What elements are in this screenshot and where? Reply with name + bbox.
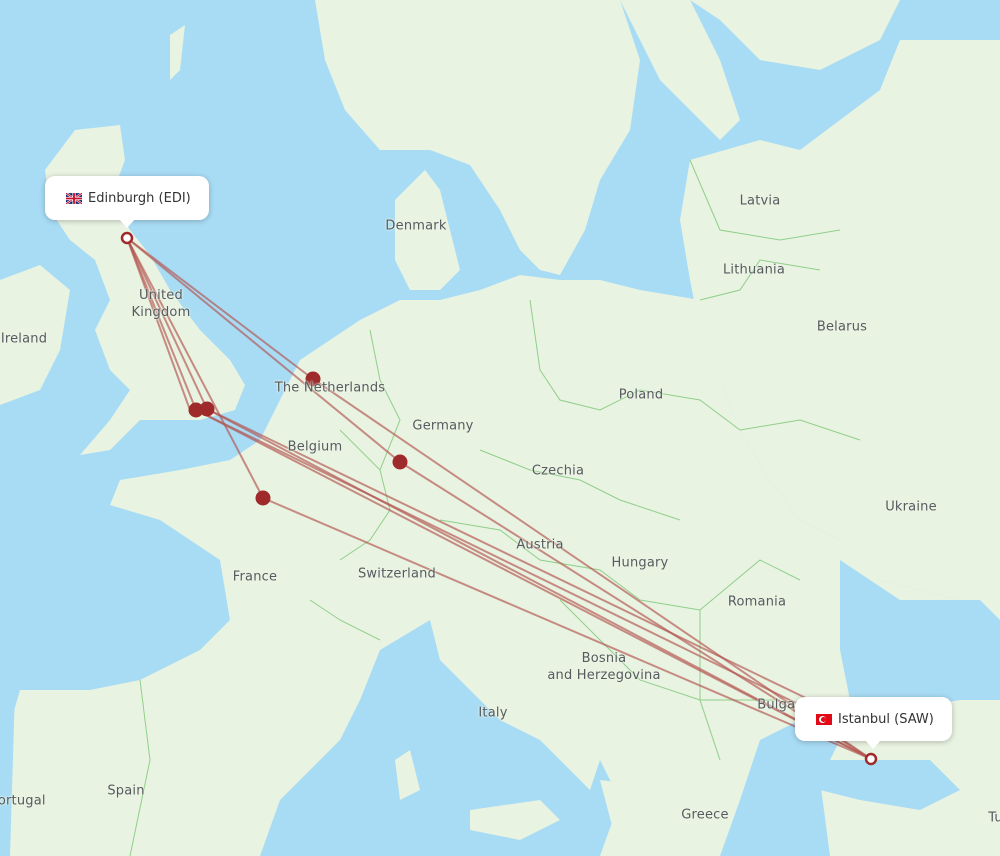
- label-turkey: Turkey: [988, 810, 1000, 826]
- stopover-dot-london-b[interactable]: [199, 401, 215, 417]
- label-romania: Romania: [727, 594, 787, 610]
- destination-callout[interactable]: Istanbul (SAW): [795, 697, 952, 749]
- label-italy: Italy: [478, 705, 508, 721]
- origin-label: Edinburgh (EDI): [88, 190, 191, 206]
- label-belarus: Belarus: [816, 319, 868, 335]
- label-hungary: Hungary: [611, 555, 669, 571]
- label-spain: Spain: [107, 783, 145, 799]
- destination-pin-icon[interactable]: [864, 752, 878, 766]
- bosnia-line2: and Herzegovina: [547, 668, 661, 683]
- bosnia-line1: Bosnia: [581, 651, 627, 666]
- uk-line2: Kingdom: [131, 305, 191, 320]
- label-ukraine: Ukraine: [885, 499, 937, 515]
- label-latvia: Latvia: [739, 193, 781, 209]
- origin-callout[interactable]: Edinburgh (EDI): [45, 176, 209, 228]
- label-lithuania: Lithuania: [722, 262, 786, 278]
- label-denmark: Denmark: [385, 218, 447, 234]
- origin-pin-icon[interactable]: [120, 231, 134, 245]
- label-united-kingdom: United Kingdom: [132, 287, 191, 321]
- destination-marker[interactable]: [864, 752, 878, 766]
- label-czechia: Czechia: [531, 463, 585, 479]
- label-netherlands: The Netherlands: [274, 380, 386, 396]
- origin-marker[interactable]: [120, 231, 134, 245]
- label-belgium: Belgium: [287, 439, 343, 455]
- label-ireland: Ireland: [0, 331, 48, 347]
- destination-label: Istanbul (SAW): [838, 711, 934, 727]
- label-bosnia: Bosnia and Herzegovina: [547, 650, 660, 684]
- label-switzerland: Switzerland: [357, 566, 437, 582]
- uk-flag-icon: [65, 191, 83, 205]
- label-greece: Greece: [681, 807, 729, 823]
- uk-line1: United: [139, 288, 183, 303]
- turkey-flag-icon: [816, 713, 832, 725]
- label-france: France: [232, 569, 278, 585]
- stopover-dot-frankfurt[interactable]: [392, 454, 408, 470]
- label-austria: Austria: [516, 537, 564, 553]
- stopover-dot-paris[interactable]: [255, 490, 271, 506]
- label-portugal: Portugal: [0, 793, 46, 809]
- label-poland: Poland: [618, 387, 664, 403]
- label-germany: Germany: [412, 418, 474, 434]
